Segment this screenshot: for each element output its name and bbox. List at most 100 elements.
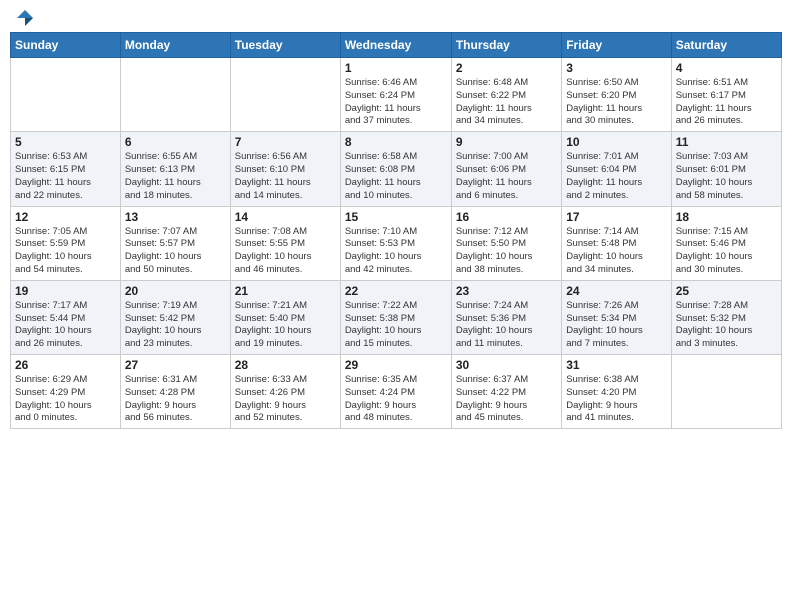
day-number: 14 bbox=[235, 210, 336, 224]
day-number: 29 bbox=[345, 358, 447, 372]
day-info: Sunrise: 7:28 AMSunset: 5:32 PMDaylight:… bbox=[676, 300, 777, 351]
calendar-table: SundayMondayTuesdayWednesdayThursdayFrid… bbox=[10, 32, 782, 429]
day-number: 8 bbox=[345, 135, 447, 149]
day-number: 4 bbox=[676, 61, 777, 75]
day-info: Sunrise: 7:15 AMSunset: 5:46 PMDaylight:… bbox=[676, 226, 777, 277]
day-number: 19 bbox=[15, 284, 116, 298]
day-info: Sunrise: 6:56 AMSunset: 6:10 PMDaylight:… bbox=[235, 151, 336, 202]
day-number: 24 bbox=[566, 284, 666, 298]
day-number: 10 bbox=[566, 135, 666, 149]
day-number: 12 bbox=[15, 210, 116, 224]
calendar-week-row: 26Sunrise: 6:29 AMSunset: 4:29 PMDayligh… bbox=[11, 355, 782, 429]
day-number: 16 bbox=[456, 210, 557, 224]
calendar-cell: 12 Sunrise: 7:05 AMSunset: 5:59 PMDayligh… bbox=[11, 206, 121, 280]
day-number: 27 bbox=[125, 358, 226, 372]
day-info: Sunrise: 6:35 AMSunset: 4:24 PMDaylight:… bbox=[345, 374, 447, 425]
day-info: Sunrise: 7:24 AMSunset: 5:36 PMDaylight:… bbox=[456, 300, 557, 351]
day-of-week-header: Friday bbox=[562, 33, 671, 58]
day-info: Sunrise: 7:14 AMSunset: 5:48 PMDaylight:… bbox=[566, 226, 666, 277]
calendar-cell: 28 Sunrise: 6:33 AMSunset: 4:26 PMDayligh… bbox=[230, 355, 340, 429]
day-info: Sunrise: 7:17 AMSunset: 5:44 PMDaylight:… bbox=[15, 300, 116, 351]
calendar-week-row: 12 Sunrise: 7:05 AMSunset: 5:59 PMDayligh… bbox=[11, 206, 782, 280]
day-number: 18 bbox=[676, 210, 777, 224]
day-info: Sunrise: 7:19 AMSunset: 5:42 PMDaylight:… bbox=[125, 300, 226, 351]
calendar-cell: 15 Sunrise: 7:10 AMSunset: 5:53 PMDayligh… bbox=[340, 206, 451, 280]
calendar-cell: 23 Sunrise: 7:24 AMSunset: 5:36 PMDayligh… bbox=[451, 280, 561, 354]
day-of-week-header: Sunday bbox=[11, 33, 121, 58]
day-info: Sunrise: 6:31 AMSunset: 4:28 PMDaylight:… bbox=[125, 374, 226, 425]
calendar-cell: 10 Sunrise: 7:01 AMSunset: 6:04 PMDayligh… bbox=[562, 132, 671, 206]
day-info: Sunrise: 6:58 AMSunset: 6:08 PMDaylight:… bbox=[345, 151, 447, 202]
day-number: 15 bbox=[345, 210, 447, 224]
day-info: Sunrise: 6:46 AMSunset: 6:24 PMDaylight:… bbox=[345, 77, 447, 128]
page-header bbox=[10, 10, 782, 24]
day-info: Sunrise: 7:07 AMSunset: 5:57 PMDaylight:… bbox=[125, 226, 226, 277]
day-info: Sunrise: 7:05 AMSunset: 5:59 PMDaylight:… bbox=[15, 226, 116, 277]
calendar-cell bbox=[120, 58, 230, 132]
calendar-cell: 13 Sunrise: 7:07 AMSunset: 5:57 PMDayligh… bbox=[120, 206, 230, 280]
calendar-cell: 21 Sunrise: 7:21 AMSunset: 5:40 PMDayligh… bbox=[230, 280, 340, 354]
day-info: Sunrise: 6:37 AMSunset: 4:22 PMDaylight:… bbox=[456, 374, 557, 425]
calendar-cell: 7 Sunrise: 6:56 AMSunset: 6:10 PMDaylight… bbox=[230, 132, 340, 206]
calendar-week-row: 1Sunrise: 6:46 AMSunset: 6:24 PMDaylight… bbox=[11, 58, 782, 132]
day-number: 11 bbox=[676, 135, 777, 149]
calendar-cell: 27 Sunrise: 6:31 AMSunset: 4:28 PMDayligh… bbox=[120, 355, 230, 429]
calendar-cell: 31 Sunrise: 6:38 AMSunset: 4:20 PMDayligh… bbox=[562, 355, 671, 429]
calendar-cell: 5 Sunrise: 6:53 AMSunset: 6:15 PMDaylight… bbox=[11, 132, 121, 206]
day-info: Sunrise: 7:26 AMSunset: 5:34 PMDaylight:… bbox=[566, 300, 666, 351]
logo-icon bbox=[15, 8, 35, 28]
logo bbox=[14, 10, 35, 24]
day-number: 6 bbox=[125, 135, 226, 149]
calendar-cell bbox=[230, 58, 340, 132]
day-info: Sunrise: 6:33 AMSunset: 4:26 PMDaylight:… bbox=[235, 374, 336, 425]
calendar-cell: 30Sunrise: 6:37 AMSunset: 4:22 PMDayligh… bbox=[451, 355, 561, 429]
calendar-header-row: SundayMondayTuesdayWednesdayThursdayFrid… bbox=[11, 33, 782, 58]
calendar-cell: 11Sunrise: 7:03 AMSunset: 6:01 PMDayligh… bbox=[671, 132, 781, 206]
day-number: 17 bbox=[566, 210, 666, 224]
calendar-cell: 19 Sunrise: 7:17 AMSunset: 5:44 PMDayligh… bbox=[11, 280, 121, 354]
calendar-cell: 1Sunrise: 6:46 AMSunset: 6:24 PMDaylight… bbox=[340, 58, 451, 132]
calendar-cell: 3Sunrise: 6:50 AMSunset: 6:20 PMDaylight… bbox=[562, 58, 671, 132]
day-info: Sunrise: 6:38 AMSunset: 4:20 PMDaylight:… bbox=[566, 374, 666, 425]
day-number: 31 bbox=[566, 358, 666, 372]
calendar-cell: 8 Sunrise: 6:58 AMSunset: 6:08 PMDaylight… bbox=[340, 132, 451, 206]
day-number: 2 bbox=[456, 61, 557, 75]
day-number: 9 bbox=[456, 135, 557, 149]
calendar-cell: 22Sunrise: 7:22 AMSunset: 5:38 PMDayligh… bbox=[340, 280, 451, 354]
calendar-cell: 14 Sunrise: 7:08 AMSunset: 5:55 PMDayligh… bbox=[230, 206, 340, 280]
day-of-week-header: Thursday bbox=[451, 33, 561, 58]
day-number: 28 bbox=[235, 358, 336, 372]
day-info: Sunrise: 6:55 AMSunset: 6:13 PMDaylight:… bbox=[125, 151, 226, 202]
day-info: Sunrise: 7:21 AMSunset: 5:40 PMDaylight:… bbox=[235, 300, 336, 351]
day-number: 13 bbox=[125, 210, 226, 224]
calendar-cell: 24 Sunrise: 7:26 AMSunset: 5:34 PMDayligh… bbox=[562, 280, 671, 354]
calendar-cell: 16 Sunrise: 7:12 AMSunset: 5:50 PMDayligh… bbox=[451, 206, 561, 280]
day-info: Sunrise: 7:12 AMSunset: 5:50 PMDaylight:… bbox=[456, 226, 557, 277]
day-number: 23 bbox=[456, 284, 557, 298]
calendar-cell: 17 Sunrise: 7:14 AMSunset: 5:48 PMDayligh… bbox=[562, 206, 671, 280]
calendar-cell: 25 Sunrise: 7:28 AMSunset: 5:32 PMDayligh… bbox=[671, 280, 781, 354]
calendar-week-row: 5 Sunrise: 6:53 AMSunset: 6:15 PMDaylight… bbox=[11, 132, 782, 206]
calendar-cell: 29 Sunrise: 6:35 AMSunset: 4:24 PMDayligh… bbox=[340, 355, 451, 429]
calendar-cell: 9 Sunrise: 7:00 AMSunset: 6:06 PMDaylight… bbox=[451, 132, 561, 206]
day-info: Sunrise: 7:01 AMSunset: 6:04 PMDaylight:… bbox=[566, 151, 666, 202]
day-info: Sunrise: 7:08 AMSunset: 5:55 PMDaylight:… bbox=[235, 226, 336, 277]
day-of-week-header: Monday bbox=[120, 33, 230, 58]
calendar-cell: 4Sunrise: 6:51 AMSunset: 6:17 PMDaylight… bbox=[671, 58, 781, 132]
calendar-cell bbox=[11, 58, 121, 132]
calendar-cell: 2Sunrise: 6:48 AMSunset: 6:22 PMDaylight… bbox=[451, 58, 561, 132]
day-number: 5 bbox=[15, 135, 116, 149]
day-number: 21 bbox=[235, 284, 336, 298]
day-number: 22 bbox=[345, 284, 447, 298]
calendar-cell: 26Sunrise: 6:29 AMSunset: 4:29 PMDayligh… bbox=[11, 355, 121, 429]
day-info: Sunrise: 6:53 AMSunset: 6:15 PMDaylight:… bbox=[15, 151, 116, 202]
day-of-week-header: Wednesday bbox=[340, 33, 451, 58]
calendar-cell: 6 Sunrise: 6:55 AMSunset: 6:13 PMDaylight… bbox=[120, 132, 230, 206]
calendar-cell: 20 Sunrise: 7:19 AMSunset: 5:42 PMDayligh… bbox=[120, 280, 230, 354]
day-number: 25 bbox=[676, 284, 777, 298]
day-info: Sunrise: 7:00 AMSunset: 6:06 PMDaylight:… bbox=[456, 151, 557, 202]
day-number: 26 bbox=[15, 358, 116, 372]
day-number: 20 bbox=[125, 284, 226, 298]
day-number: 7 bbox=[235, 135, 336, 149]
day-info: Sunrise: 7:10 AMSunset: 5:53 PMDaylight:… bbox=[345, 226, 447, 277]
